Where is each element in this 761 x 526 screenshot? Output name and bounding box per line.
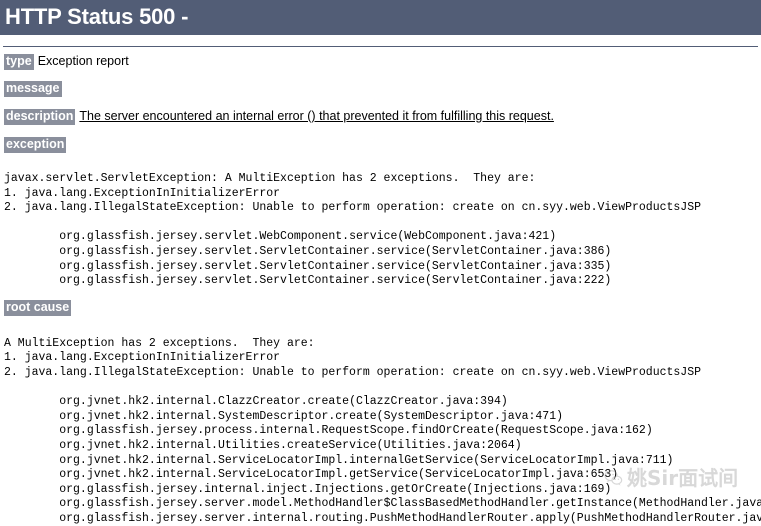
root-cause-label: root cause <box>4 299 72 316</box>
description-value: The server encountered an internal error… <box>79 109 554 123</box>
exception-summary-line: 2. java.lang.IllegalStateException: Unab… <box>4 201 702 215</box>
root-cause-summary-line: A MultiException has 2 exceptions. They … <box>4 336 315 350</box>
root-cause-stack-trace: A MultiException has 2 exceptions. They … <box>4 336 761 526</box>
error-page-body: type Exception report message descriptio… <box>0 47 761 526</box>
root-cause-frame: org.jvnet.hk2.internal.Utilities.createS… <box>59 438 522 452</box>
type-value: Exception report <box>37 54 129 68</box>
exception-label: exception <box>4 137 67 153</box>
root-cause-frame: org.jvnet.hk2.internal.ServiceLocatorImp… <box>59 468 619 482</box>
exception-summary-line: 1. java.lang.ExceptionInInitializerError <box>4 186 281 200</box>
description-row: description The server encountered an in… <box>4 109 757 137</box>
description-label: description <box>4 109 76 125</box>
exception-spacer <box>4 165 757 172</box>
root-cause-row: root cause <box>4 299 757 328</box>
root-cause-frame: org.glassfish.jersey.internal.inject.Inj… <box>59 482 612 496</box>
exception-frame: org.glassfish.jersey.servlet.ServletCont… <box>59 244 612 258</box>
root-cause-spacer <box>4 328 757 337</box>
exception-summary-line: javax.servlet.ServletException: A MultiE… <box>4 172 536 185</box>
root-cause-frame: org.glassfish.jersey.process.internal.Re… <box>59 424 653 438</box>
exception-row: exception <box>4 137 757 165</box>
root-cause-frame: org.jvnet.hk2.internal.SystemDescriptor.… <box>59 409 564 423</box>
message-label: message <box>4 81 62 97</box>
exception-frame: org.glassfish.jersey.servlet.ServletCont… <box>59 259 612 273</box>
root-cause-summary-line: 1. java.lang.ExceptionInInitializerError <box>4 351 281 365</box>
type-label: type <box>4 54 34 70</box>
root-cause-frame: org.glassfish.jersey.server.model.Method… <box>59 497 761 511</box>
http-status-header: HTTP Status 500 - <box>0 0 761 35</box>
type-row: type Exception report <box>4 47 757 81</box>
root-cause-spacer-top <box>4 289 757 300</box>
root-cause-frame: org.glassfish.jersey.server.internal.rou… <box>59 511 761 525</box>
root-cause-summary-line: 2. java.lang.IllegalStateException: Unab… <box>4 365 702 379</box>
exception-frame: org.glassfish.jersey.servlet.WebComponen… <box>59 230 557 244</box>
root-cause-frame: org.jvnet.hk2.internal.ClazzCreator.crea… <box>59 395 508 409</box>
root-cause-frame: org.jvnet.hk2.internal.ServiceLocatorImp… <box>59 453 674 467</box>
exception-stack-trace: javax.servlet.ServletException: A MultiE… <box>4 172 757 289</box>
exception-frame: org.glassfish.jersey.servlet.ServletCont… <box>59 274 612 288</box>
message-row: message <box>4 81 757 109</box>
